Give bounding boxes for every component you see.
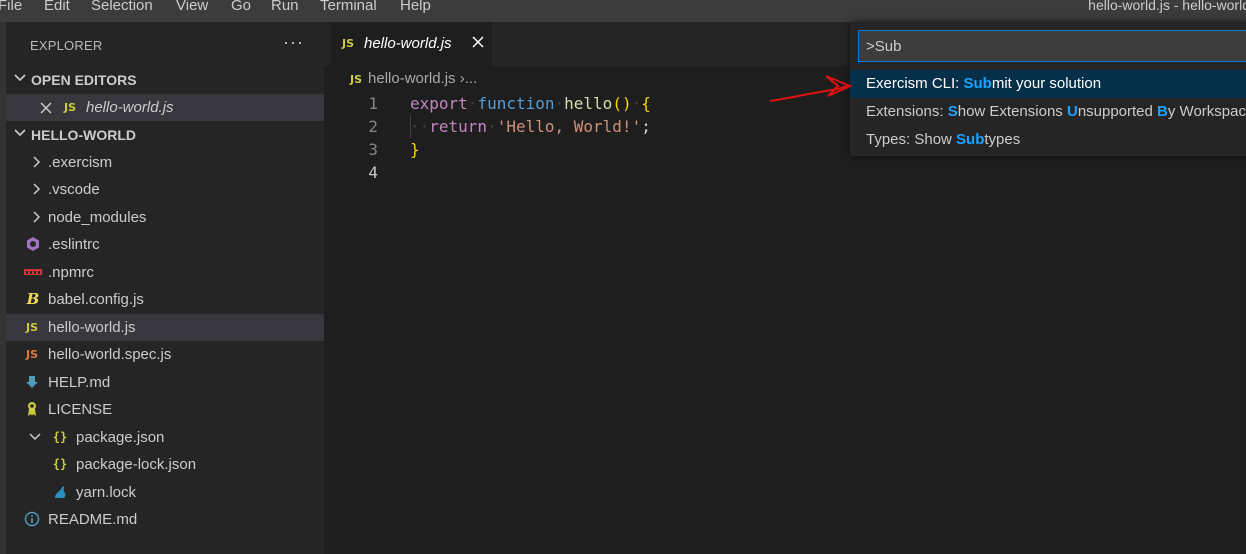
line-number: 2	[368, 117, 378, 136]
tree-item-label: .npmrc	[48, 264, 94, 281]
npm-icon	[24, 269, 42, 275]
tree-item-folder[interactable]: .vscode	[6, 176, 324, 203]
close-icon[interactable]	[470, 33, 486, 51]
menu-help[interactable]: Help	[400, 0, 431, 14]
tree-item-label: node_modules	[48, 209, 147, 226]
menu-run[interactable]: Run	[271, 0, 299, 14]
json-icon: {}	[52, 430, 68, 444]
eslint-icon	[27, 237, 39, 251]
menu-selection[interactable]: Selection	[91, 0, 153, 14]
explorer-header: EXPLORER ···	[6, 22, 324, 67]
section-workspace[interactable]: HELLO-WORLD	[6, 122, 324, 148]
line-number: 1	[368, 94, 378, 113]
chevron-right-icon	[33, 211, 41, 223]
section-label: HELLO-WORLD	[31, 127, 136, 143]
tree-item-label: LICENSE	[48, 401, 113, 418]
menu-go[interactable]: Go	[231, 0, 251, 14]
explorer-title: EXPLORER	[30, 38, 103, 53]
tree-item-label: yarn.lock	[76, 484, 137, 501]
chevron-right-icon	[33, 183, 41, 195]
line-source: ··return·'Hello, World!';	[410, 117, 651, 136]
line-number: 4	[368, 163, 378, 182]
section-open-editors[interactable]: OPEN EDITORS	[6, 67, 324, 93]
code-line-current[interactable]: 4	[324, 161, 1246, 184]
palette-item-label: Extensions: Show Extensions Unsupported …	[866, 103, 1246, 120]
tree-item-folder[interactable]: node_modules	[6, 204, 324, 231]
palette-item-label: Exercism CLI: Submit your solution	[866, 75, 1102, 92]
chevron-down-icon	[29, 433, 41, 441]
command-palette-input[interactable]	[858, 30, 1246, 62]
tree-item-file[interactable]: B babel.config.js	[6, 286, 324, 313]
line-source: export·function·hello()·{	[410, 94, 651, 113]
menu-view[interactable]: View	[176, 0, 208, 14]
breadcrumb-file[interactable]: hello-world.js	[368, 70, 456, 87]
json-icon: {}	[52, 457, 68, 471]
menu-terminal[interactable]: Terminal	[320, 0, 377, 14]
command-palette: Exercism CLI: Submit your solution Exten…	[850, 22, 1246, 156]
markdown-icon	[26, 376, 38, 388]
tree-item-label: .vscode	[48, 181, 100, 198]
menu-file[interactable]: File	[0, 0, 22, 14]
tree-item-file[interactable]: yarn.lock	[6, 479, 324, 506]
tree-item-file[interactable]: LICENSE	[6, 396, 324, 423]
menu-edit[interactable]: Edit	[44, 0, 70, 14]
breadcrumb-rest[interactable]: ...	[465, 70, 478, 87]
palette-item-subtypes[interactable]: Types: Show Subtypes	[850, 126, 1246, 154]
open-editor-label: hello-world.js	[86, 99, 174, 116]
tree-item-label: hello-world.spec.js	[48, 346, 172, 363]
tree-item-file[interactable]: README.md	[6, 506, 324, 533]
tree-item-file[interactable]: JS hello-world.js	[6, 314, 324, 341]
tree-item-label: README.md	[48, 511, 138, 528]
js-icon: JS	[63, 100, 76, 114]
tree-item-label: package-lock.json	[76, 456, 197, 473]
tree-item-file[interactable]: .npmrc	[6, 259, 324, 286]
tree-item-label: .exercism	[48, 154, 113, 171]
tab-label: hello-world.js	[364, 35, 452, 52]
js-icon: JS	[350, 73, 363, 86]
section-label: OPEN EDITORS	[31, 72, 137, 88]
tree-item-file[interactable]: HELP.md	[6, 369, 324, 396]
open-editor-item[interactable]: JS hello-world.js	[6, 94, 324, 121]
palette-item-exercism-submit[interactable]: Exercism CLI: Submit your solution	[850, 70, 1246, 98]
menu-bar: File Edit Selection View Go Run Terminal…	[0, 0, 1246, 22]
line-source: }	[410, 140, 420, 159]
tree-item-file[interactable]: JS hello-world.spec.js	[6, 341, 324, 368]
palette-item-extensions[interactable]: Extensions: Show Extensions Unsupported …	[850, 98, 1246, 126]
tree-item-label: babel.config.js	[48, 291, 144, 308]
js-icon: JS	[342, 37, 355, 50]
window-title: hello-world.js - hello-world	[1088, 0, 1246, 13]
more-actions-icon[interactable]: ···	[283, 32, 304, 53]
js-icon: JS	[25, 320, 38, 334]
tree-item-label: hello-world.js	[48, 319, 136, 336]
yarn-icon	[55, 486, 66, 498]
chevron-right-icon	[33, 156, 41, 168]
chevron-down-icon	[14, 74, 26, 82]
tree-item-label: HELP.md	[48, 374, 111, 391]
tree-item-file[interactable]: .eslintrc	[6, 231, 324, 258]
palette-item-label: Types: Show Subtypes	[866, 131, 1021, 148]
tree-item-file[interactable]: {} package.json	[6, 424, 324, 451]
js-test-icon: JS	[25, 347, 38, 361]
chevron-down-icon	[14, 129, 26, 137]
explorer-sidebar: EXPLORER ··· OPEN EDITORS JS hello-world…	[6, 22, 324, 554]
tree-item-folder[interactable]: .exercism	[6, 149, 324, 176]
tree-item-label: package.json	[76, 429, 165, 446]
license-icon	[28, 402, 36, 416]
breadcrumb: JS hello-world.js ›...	[350, 70, 477, 87]
info-icon	[24, 511, 40, 527]
line-number: 3	[368, 140, 378, 159]
close-icon[interactable]	[38, 100, 54, 116]
tab-hello-world[interactable]: JS hello-world.js	[330, 22, 492, 66]
babel-icon: B	[26, 290, 40, 308]
tree-item-file[interactable]: {} package-lock.json	[6, 451, 324, 478]
tree-item-label: .eslintrc	[48, 236, 100, 253]
